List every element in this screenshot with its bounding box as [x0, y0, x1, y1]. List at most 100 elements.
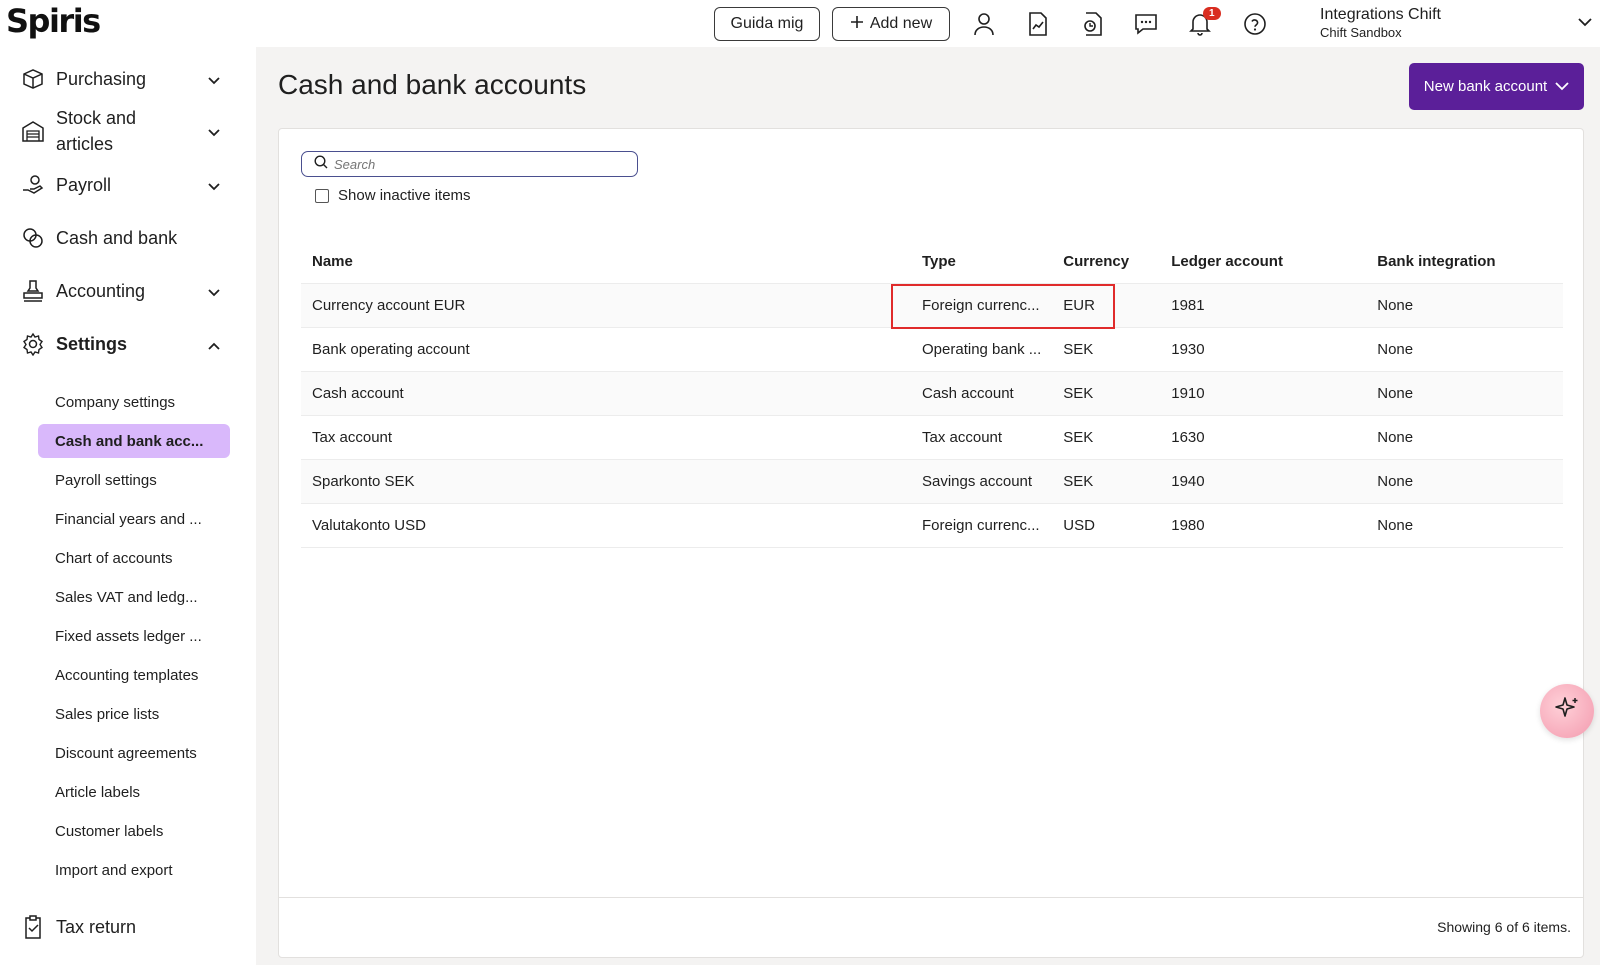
cell-ledger: 1981	[1160, 282, 1367, 327]
settings-chart-of-accounts[interactable]: Chart of accounts	[38, 541, 230, 575]
warehouse-icon	[20, 118, 46, 144]
sidebar-item-stock[interactable]: Stock and articles	[20, 105, 220, 157]
bell-icon[interactable]: 1	[1186, 7, 1221, 38]
new-bank-account-label: New bank account	[1423, 78, 1548, 95]
sidebar-item-purchasing[interactable]: Purchasing	[20, 65, 220, 93]
cell-currency: SEK	[1052, 370, 1161, 415]
chevron-down-icon	[208, 121, 220, 142]
sparkle-icon	[1553, 695, 1581, 728]
cell-bank-integration: None	[1366, 502, 1563, 548]
cell-bank-integration: None	[1366, 326, 1563, 371]
sidebar-item-label: Payroll	[56, 174, 112, 195]
table-row[interactable]: Valutakonto USD Foreign currenc... USD 1…	[301, 502, 1563, 548]
column-header-currency[interactable]: Currency	[1052, 241, 1160, 283]
show-inactive-checkbox[interactable]	[315, 188, 329, 203]
table-row[interactable]: Bank operating account Operating bank ..…	[301, 326, 1563, 371]
table-row[interactable]: Sparkonto SEK Savings account SEK 1940 N…	[301, 458, 1563, 503]
table-footer: Showing 6 of 6 items.	[279, 897, 1583, 957]
sidebar-item-cash-and-bank[interactable]: Cash and bank	[20, 224, 220, 252]
cell-type: Foreign currenc...	[911, 282, 1053, 327]
org-sub: Chift Sandbox	[1320, 25, 1402, 40]
top-bar: Spiris Guida mig Add new 1 Integrations …	[0, 0, 1600, 47]
column-header-ledger-account[interactable]: Ledger account	[1160, 241, 1366, 283]
hand-money-icon	[20, 172, 46, 198]
coins-icon	[20, 225, 46, 251]
cell-ledger: 1940	[1160, 458, 1367, 503]
organization-switcher[interactable]: Integrations Chift Chift Sandbox	[1320, 6, 1441, 40]
cell-name[interactable]: Currency account EUR	[301, 282, 911, 327]
table-row[interactable]: Cash account Cash account SEK 1910 None	[301, 370, 1563, 415]
settings-discount-agreements[interactable]: Discount agreements	[38, 736, 230, 770]
cell-bank-integration: None	[1366, 370, 1563, 415]
settings-company[interactable]: Company settings	[38, 385, 230, 419]
cell-bank-integration: None	[1366, 282, 1563, 327]
gear-icon	[20, 331, 46, 357]
chevron-down-icon	[208, 175, 220, 196]
column-header-type[interactable]: Type	[911, 241, 1052, 283]
settings-payroll[interactable]: Payroll settings	[38, 463, 230, 497]
app-logo[interactable]: Spiris	[6, 2, 101, 40]
cell-currency: EUR	[1052, 282, 1161, 327]
sidebar-item-settings[interactable]: Settings	[20, 330, 220, 358]
sidebar-item-label: Stock and articles	[56, 108, 137, 154]
cell-type: Tax account	[911, 414, 1053, 459]
show-inactive-toggle[interactable]: Show inactive items	[315, 187, 471, 204]
guide-button-label: Guida mig	[730, 15, 804, 32]
cell-currency: USD	[1052, 502, 1161, 548]
new-bank-account-button[interactable]: New bank account	[1409, 63, 1584, 110]
column-header-bank-integration[interactable]: Bank integration	[1366, 241, 1563, 283]
sidebar-item-label: Tax return	[56, 916, 137, 937]
search-field[interactable]	[301, 151, 638, 177]
cell-name[interactable]: Valutakonto USD	[301, 502, 911, 548]
help-icon[interactable]	[1241, 10, 1269, 38]
settings-accounting-templates[interactable]: Accounting templates	[38, 658, 230, 692]
settings-import-export[interactable]: Import and export	[38, 853, 230, 887]
chevron-down-icon	[208, 69, 220, 90]
settings-article-labels[interactable]: Article labels	[38, 775, 230, 809]
cell-name[interactable]: Sparkonto SEK	[301, 458, 911, 503]
cell-name[interactable]: Cash account	[301, 370, 911, 415]
accounts-card: Show inactive items Name Type Currency L…	[278, 128, 1584, 958]
cell-type: Cash account	[911, 370, 1053, 415]
cell-name[interactable]: Bank operating account	[301, 326, 911, 371]
cell-ledger: 1930	[1160, 326, 1367, 371]
cell-type: Savings account	[911, 458, 1053, 503]
chevron-down-icon	[1555, 78, 1569, 95]
cell-type: Operating bank ...	[911, 326, 1053, 371]
notification-badge: 1	[1203, 7, 1221, 20]
box-icon	[20, 66, 46, 92]
document-refresh-icon[interactable]	[1078, 10, 1106, 38]
cell-name[interactable]: Tax account	[301, 414, 911, 459]
user-icon[interactable]	[970, 10, 998, 38]
clipboard-check-icon	[20, 914, 46, 940]
chevron-down-icon[interactable]	[1578, 14, 1592, 32]
settings-cash-and-bank-accounts[interactable]: Cash and bank acc...	[38, 424, 230, 458]
sidebar-item-accounting[interactable]: Accounting	[20, 277, 220, 305]
cell-ledger: 1980	[1160, 502, 1367, 548]
table-header-row: Name Type Currency Ledger account Bank i…	[301, 241, 1563, 283]
table-row[interactable]: Currency account EUR Foreign currenc... …	[301, 282, 1563, 327]
sidebar-item-payroll[interactable]: Payroll	[20, 171, 220, 199]
column-header-name[interactable]: Name	[301, 241, 911, 283]
settings-sales-vat[interactable]: Sales VAT and ledg...	[38, 580, 230, 614]
sidebar-item-label: Accounting	[56, 280, 146, 301]
settings-sales-price-lists[interactable]: Sales price lists	[38, 697, 230, 731]
settings-customer-labels[interactable]: Customer labels	[38, 814, 230, 848]
table-row[interactable]: Tax account Tax account SEK 1630 None	[301, 414, 1563, 459]
sidebar-item-tax-return[interactable]: Tax return	[20, 913, 220, 941]
settings-financial-years[interactable]: Financial years and ...	[38, 502, 230, 536]
settings-fixed-assets[interactable]: Fixed assets ledger ...	[38, 619, 230, 653]
add-new-button[interactable]: Add new	[832, 7, 950, 41]
item-count: Showing 6 of 6 items.	[1437, 919, 1571, 935]
main-content: Cash and bank accounts New bank account …	[256, 47, 1600, 965]
guide-button[interactable]: Guida mig	[714, 7, 820, 41]
report-icon[interactable]	[1024, 10, 1052, 38]
sidebar-item-label: Settings	[56, 333, 128, 354]
ai-assistant-button[interactable]	[1540, 684, 1594, 738]
cell-ledger: 1630	[1160, 414, 1367, 459]
sidebar: Purchasing Stock and articles Payroll Ca…	[0, 47, 256, 965]
chat-icon[interactable]	[1132, 10, 1160, 38]
accounts-table: Name Type Currency Ledger account Bank i…	[301, 241, 1563, 548]
cell-currency: SEK	[1052, 458, 1161, 503]
search-input[interactable]	[334, 156, 624, 172]
